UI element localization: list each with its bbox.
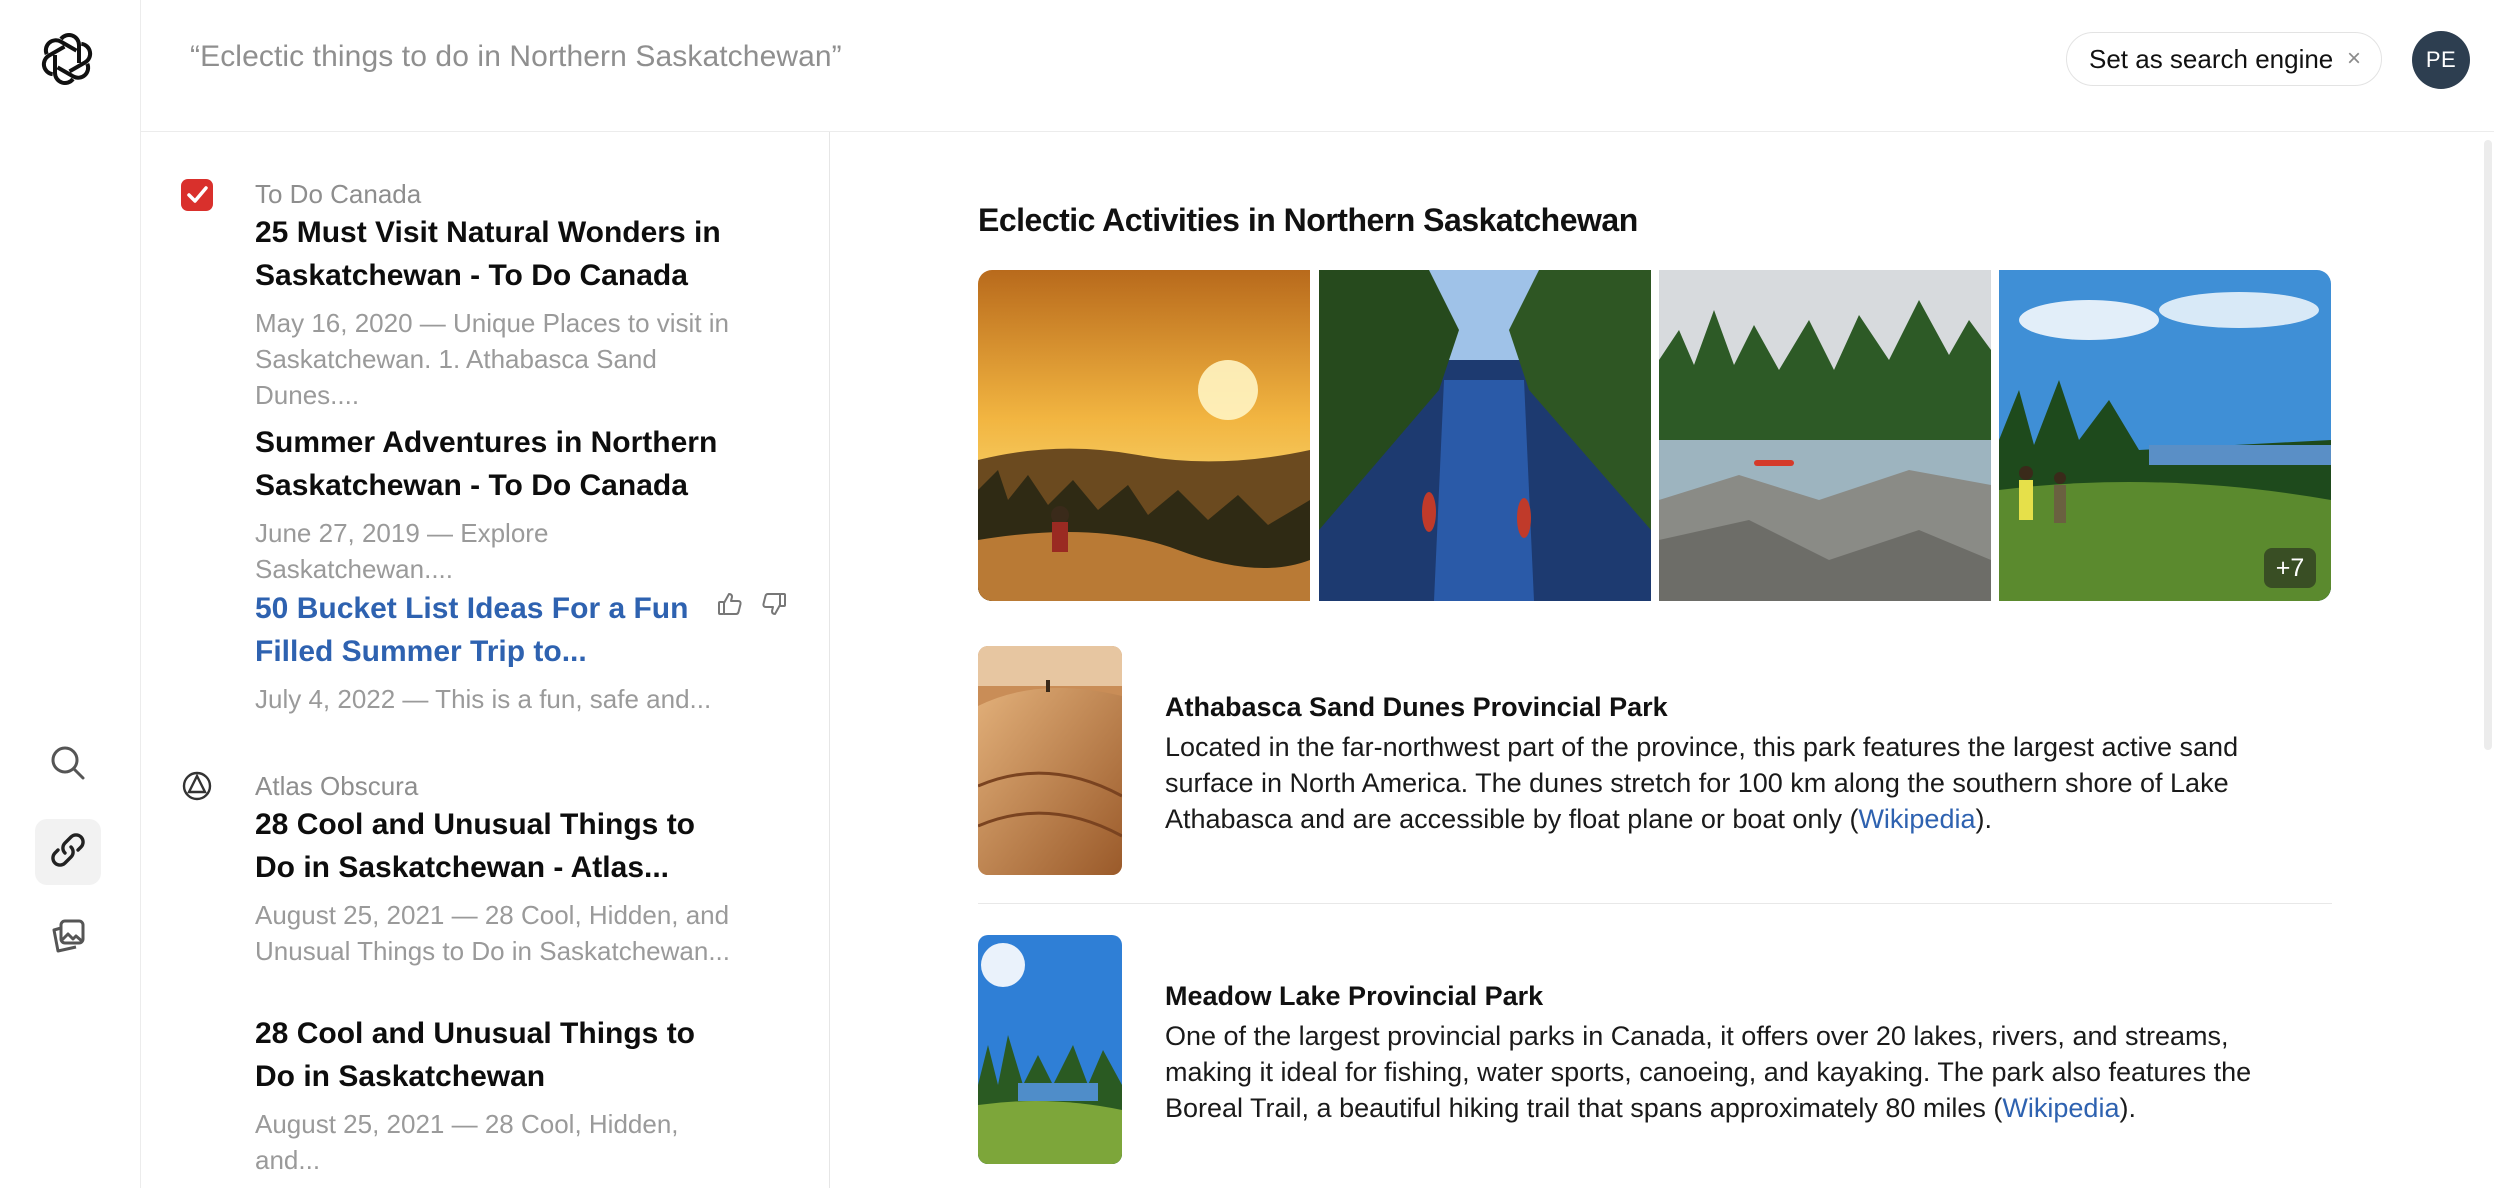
todocanada-favicon-icon [181, 179, 213, 211]
card-description-text: ). [1975, 804, 1992, 834]
result-title[interactable]: 25 Must Visit Natural Wonders in [255, 211, 735, 254]
result-title[interactable]: 50 Bucket List Ideas For a Fun [255, 587, 735, 630]
search-query[interactable]: “Eclectic things to do in Northern Saska… [190, 40, 842, 74]
card-description-text: ). [2119, 1093, 2136, 1123]
card-description-line: One of the largest provincial parks in C… [1165, 1021, 2229, 1051]
rail-search-button[interactable] [35, 732, 101, 798]
result-snippet: June 27, 2019 — Explore Saskatchewan.... [255, 518, 549, 584]
result-title[interactable]: 28 Cool and Unusual Things to [255, 803, 735, 846]
result-item[interactable]: 25 Must Visit Natural Wonders in Saskatc… [255, 211, 735, 413]
result-snippet: Saskatchewan. 1. Athabasca Sand Dunes...… [255, 344, 657, 410]
card-description: One of the largest provincial parks in C… [1165, 1018, 2285, 1126]
thumbs-up-icon[interactable] [716, 590, 744, 623]
result-title[interactable]: Do in Saskatchewan - Atlas... [255, 846, 735, 889]
thumbs-down-icon[interactable] [760, 590, 788, 623]
result-item-hovered[interactable]: 50 Bucket List Ideas For a Fun Filled Su… [255, 587, 735, 717]
atlas-obscura-favicon-icon [181, 770, 213, 807]
result-title[interactable]: Saskatchewan - To Do Canada [255, 254, 735, 297]
card-title[interactable]: Meadow Lake Provincial Park [1165, 981, 2285, 1012]
card-description-line: surface in North America. The dunes stre… [1165, 768, 2229, 798]
left-rail [0, 0, 141, 1188]
wikipedia-link[interactable]: Wikipedia [1858, 804, 1975, 834]
card-thumbnail-meadow-lake[interactable] [978, 935, 1122, 1164]
scrollbar[interactable] [2484, 140, 2492, 750]
card-title[interactable]: Athabasca Sand Dunes Provincial Park [1165, 692, 2285, 723]
card-description-line: Boreal Trail, a beautiful hiking trail t… [1165, 1090, 2285, 1126]
result-item[interactable]: Summer Adventures in Northern Saskatchew… [255, 421, 735, 587]
source-name: To Do Canada [255, 179, 422, 209]
card-description-line: Athabasca and are accessible by float pl… [1165, 801, 2285, 837]
card-description-line: Located in the far-northwest part of the… [1165, 732, 2239, 762]
result-snippet: August 25, 2021 — 28 Cool, Hidden, and [255, 900, 730, 930]
card-thumbnail-sand-dunes[interactable] [978, 646, 1122, 875]
search-icon [48, 743, 88, 788]
result-title[interactable]: 28 Cool and Unusual Things to [255, 1012, 735, 1055]
card-description-text: Boreal Trail, a beautiful hiking trail t… [1165, 1093, 2003, 1123]
page-title: Eclectic Activities in Northern Saskatch… [978, 202, 1638, 238]
images-icon [48, 916, 88, 961]
gallery-image-canoes[interactable] [1319, 270, 1651, 601]
result-snippet: August 25, 2021 — 28 Cool, Hidden, and..… [255, 1109, 679, 1175]
close-icon[interactable]: × [2347, 45, 2361, 73]
card-description-line: making it ideal for fishing, water sport… [1165, 1057, 2252, 1087]
result-item[interactable]: 28 Cool and Unusual Things to Do in Sask… [255, 1012, 735, 1178]
set-search-engine-label: Set as search engine [2089, 43, 2334, 74]
card-meadow-lake: Meadow Lake Provincial Park One of the l… [1165, 981, 2285, 1126]
source-name: Atlas Obscura [255, 771, 419, 801]
rail-links-button[interactable] [35, 819, 101, 885]
result-snippet: May 16, 2020 — Unique Places to visit in [255, 308, 730, 338]
rail-images-button[interactable] [35, 905, 101, 971]
avatar[interactable]: PE [2412, 31, 2470, 89]
result-snippet: Unusual Things to Do in Saskatchewan... [255, 936, 731, 966]
result-title[interactable]: Do in Saskatchewan [255, 1055, 735, 1098]
gallery-image-lake-kayak[interactable] [1659, 270, 1991, 601]
card-divider [978, 903, 2332, 904]
card-description-text: Athabasca and are accessible by float pl… [1165, 804, 1859, 834]
link-icon [48, 830, 88, 875]
wikipedia-link[interactable]: Wikipedia [2002, 1093, 2119, 1123]
set-search-engine-button[interactable]: Set as search engine × [2066, 32, 2382, 86]
result-title[interactable]: Summer Adventures in Northern [255, 421, 735, 464]
card-description: Located in the far-northwest part of the… [1165, 729, 2285, 837]
card-sand-dunes: Athabasca Sand Dunes Provincial Park Loc… [1165, 692, 2285, 837]
openai-logo-icon[interactable] [36, 28, 98, 90]
gallery-image-sunset[interactable] [978, 270, 1310, 601]
result-title[interactable]: Filled Summer Trip to... [255, 630, 735, 673]
more-images-badge[interactable]: +7 [2264, 548, 2316, 588]
result-item[interactable]: 28 Cool and Unusual Things to Do in Sask… [255, 803, 735, 969]
result-snippet: July 4, 2022 — This is a fun, safe and..… [255, 684, 712, 714]
result-title[interactable]: Saskatchewan - To Do Canada [255, 464, 735, 507]
